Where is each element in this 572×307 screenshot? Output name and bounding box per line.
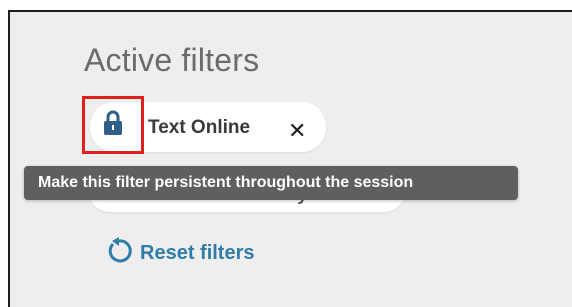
reset-filters-button[interactable]: Reset filters bbox=[104, 236, 255, 271]
filter-chip-label: Text Online bbox=[148, 117, 251, 138]
lock-icon bbox=[102, 110, 124, 141]
close-icon[interactable]: ✕ bbox=[288, 120, 306, 142]
reset-filters-label: Reset filters bbox=[140, 242, 255, 264]
tooltip: Make this filter persistent throughout t… bbox=[24, 166, 518, 200]
lock-filter-button[interactable] bbox=[82, 96, 144, 154]
panel-title: Active filters bbox=[84, 42, 260, 78]
tooltip-text: Make this filter persistent throughout t… bbox=[38, 174, 414, 191]
reset-icon bbox=[104, 236, 134, 271]
